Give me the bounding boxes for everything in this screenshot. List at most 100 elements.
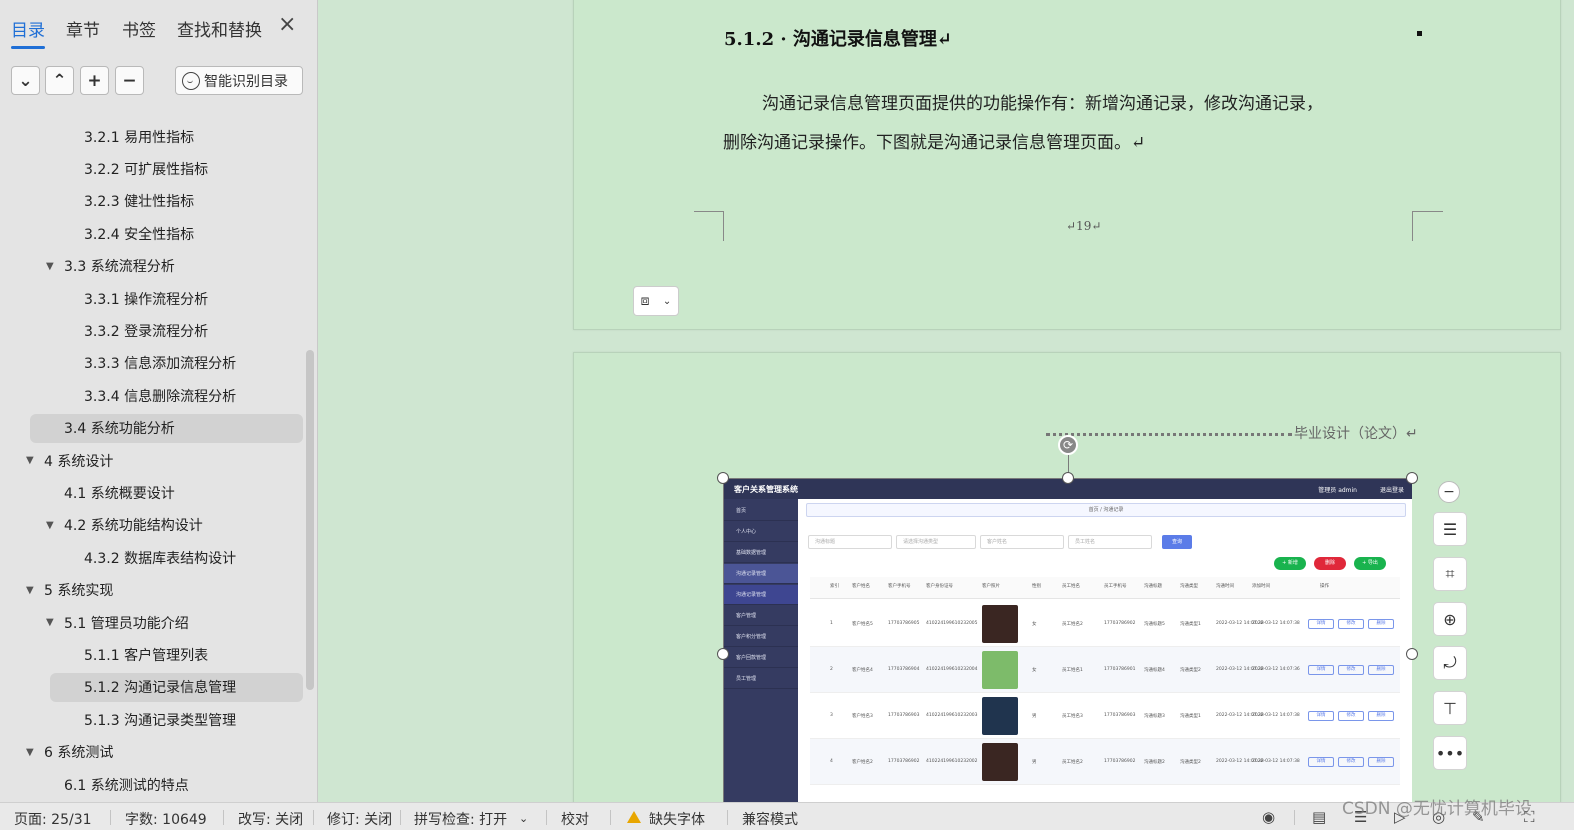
layout-options-widget[interactable]: ⧈ ⌄ [633, 286, 679, 316]
expand-arrow-icon[interactable]: ▼ [46, 520, 54, 531]
document-area: 5.1.2 · 沟通记录信息管理↵ 沟通记录信息管理页面提供的功能操作有：新增沟… [319, 0, 1574, 818]
toc-item[interactable]: 3.3.2 登录流程分析 [84, 316, 208, 345]
status-spellcheck[interactable]: 拼写检查: 打开 [414, 809, 507, 829]
toc-scrollbar[interactable] [306, 350, 314, 690]
app-table-cell: 1 [830, 621, 833, 626]
expand-arrow-icon[interactable]: ▼ [26, 455, 34, 466]
toc-item[interactable]: 3.3.3 信息添加流程分析 [84, 349, 236, 378]
app-row-button: 修改 [1338, 619, 1364, 629]
expand-arrow-icon[interactable]: ▼ [46, 261, 54, 272]
toc-item[interactable]: 6.1 系统测试的特点 [64, 770, 189, 799]
app-logout: 退出登录 [1379, 487, 1404, 494]
resize-handle[interactable] [717, 648, 729, 660]
toc-item[interactable]: 5.1.2 沟通记录信息管理 [50, 672, 303, 702]
collapse-tools-icon[interactable]: − [1438, 481, 1460, 503]
app-table-cell: 沟通标题4 [1144, 668, 1165, 673]
app-table-cell: 4 [830, 759, 833, 764]
toc-item[interactable]: 3.2.2 可扩展性指标 [84, 154, 208, 183]
tab-chapters[interactable]: 章节 [66, 16, 100, 41]
app-table-cell: 410224199610232005 [926, 621, 978, 626]
status-revision[interactable]: 修订: 关闭 [327, 809, 392, 829]
toc-item-label: 3.2.4 安全性指标 [84, 226, 195, 243]
embedded-screenshot[interactable]: 客户关系管理系统 管理员 admin 退出登录 首页 个人中心 基础数据管理 沟通记录… [724, 479, 1412, 813]
toc-item[interactable]: 5 系统实现 [44, 576, 113, 605]
toc-item[interactable]: 6 系统测试 [44, 738, 113, 767]
header-leader [1046, 433, 1292, 436]
app-column-header: 索引 [830, 584, 839, 589]
chevron-down-icon[interactable]: ⌄ [519, 812, 528, 825]
app-sidebar-item: 客户回款管理 [724, 648, 798, 668]
customer-photo [982, 697, 1018, 735]
status-proofread[interactable]: 校对 [561, 809, 589, 829]
next-heading-button[interactable]: ⌄ [11, 66, 40, 95]
app-export-button: + 导出 [1354, 557, 1386, 570]
zoom-in-icon[interactable]: ⊕ [1433, 602, 1467, 636]
margin-corner-mark [694, 211, 724, 241]
app-table-cell: 410224199610232003 [926, 713, 978, 718]
app-sidebar-item: 基础数据管理 [724, 543, 798, 563]
app-table-cell: 17703786902 [888, 759, 920, 764]
tab-toc[interactable]: 目录 [11, 16, 45, 49]
toc-item[interactable]: 3.3 系统流程分析 [64, 252, 175, 281]
toc-item[interactable]: 3.3.4 信息删除流程分析 [84, 381, 236, 410]
app-table-cell: 员工姓名2 [1062, 760, 1083, 765]
status-page[interactable]: 页面: 25/31 [14, 809, 92, 829]
status-divider [727, 810, 728, 825]
app-table-cell: 员工姓名2 [1062, 622, 1083, 627]
app-table-cell: 员工姓名3 [1062, 714, 1083, 719]
app-column-header: 沟通时间 [1216, 584, 1234, 589]
rotate-image-icon[interactable]: ⤾ [1433, 646, 1467, 680]
resize-handle[interactable] [1406, 648, 1418, 660]
toc-item[interactable]: 5.1.1 客户管理列表 [84, 640, 208, 669]
toc-item-label: 3.3 系统流程分析 [64, 259, 175, 276]
wrap-layout-icon: ⧈ [640, 293, 650, 309]
prev-heading-button[interactable]: ⌃ [45, 66, 74, 95]
toc-item[interactable]: 4 系统设计 [44, 446, 113, 475]
collapse-all-button[interactable]: − [115, 66, 144, 95]
toc-item[interactable]: 5.1.3 沟通记录类型管理 [84, 705, 236, 734]
app-table-cell: 沟通类型2 [1180, 668, 1201, 673]
toc-item[interactable]: 5.1 管理员功能介绍 [64, 608, 189, 637]
toc-item[interactable]: 4.2 系统功能结构设计 [64, 511, 203, 540]
toc-item[interactable]: 4.3.2 数据库表结构设计 [84, 543, 236, 572]
nav-tabs: 目录 章节 书签 查找和替换 × [0, 0, 318, 56]
tab-bookmarks[interactable]: 书签 [122, 16, 156, 41]
tab-find-replace[interactable]: 查找和替换 [177, 16, 262, 41]
more-icon[interactable]: ••• [1433, 736, 1467, 770]
expand-arrow-icon[interactable]: ▼ [26, 747, 34, 758]
resize-handle[interactable] [717, 472, 729, 484]
rotate-icon[interactable]: ⟳ [1058, 435, 1078, 455]
chevron-down-icon: ⌄ [662, 295, 672, 307]
app-table-cell: 17703786904 [888, 667, 920, 672]
app-delete-button: 删除 [1314, 557, 1346, 570]
app-table-cell: 沟通标题3 [1144, 714, 1165, 719]
app-sidebar-item: 客户积分管理 [724, 627, 798, 647]
status-missing-font[interactable]: 缺失字体 [649, 809, 705, 829]
toc-item[interactable]: 3.3.1 操作流程分析 [84, 284, 208, 313]
app-table-cell: 3 [830, 713, 833, 718]
status-word-count[interactable]: 字数: 10649 [125, 809, 207, 829]
app-sidebar-item: 员工管理 [724, 669, 798, 689]
status-overwrite[interactable]: 改写: 关闭 [238, 809, 303, 829]
resize-handle[interactable] [1406, 472, 1418, 484]
text-wrap-icon[interactable]: ☰ [1433, 512, 1467, 546]
expand-arrow-icon[interactable]: ▼ [46, 617, 54, 628]
close-icon[interactable]: × [278, 14, 296, 36]
toc-item[interactable]: 3.4 系统功能分析 [30, 413, 303, 443]
app-filter-type: 请选择沟通类型 [896, 535, 976, 549]
page-header: 毕业设计（论文）↵ [1294, 426, 1418, 442]
page-view-icon[interactable]: ▤ [1312, 808, 1326, 826]
app-table-cell: 2022-03-12 14:07:38 [1252, 621, 1300, 626]
toc-item[interactable]: 3.2.4 安全性指标 [84, 219, 194, 248]
expand-arrow-icon[interactable]: ▼ [26, 585, 34, 596]
toc-item[interactable]: 3.2.1 易用性指标 [84, 122, 194, 151]
eye-icon[interactable]: ◉ [1262, 808, 1275, 826]
crop-icon[interactable]: ⌗ [1433, 557, 1467, 591]
toc-item[interactable]: 3.2.3 健壮性指标 [84, 187, 194, 216]
smart-toc-button[interactable]: 智能识别目录 [175, 66, 303, 95]
extract-text-icon[interactable]: ⊤ [1433, 691, 1467, 725]
resize-handle[interactable] [1062, 472, 1074, 484]
toc-item[interactable]: 4.1 系统概要设计 [64, 478, 175, 507]
section-heading: 5.1.2 · 沟通记录信息管理↵ [724, 29, 952, 50]
expand-all-button[interactable]: + [80, 66, 109, 95]
